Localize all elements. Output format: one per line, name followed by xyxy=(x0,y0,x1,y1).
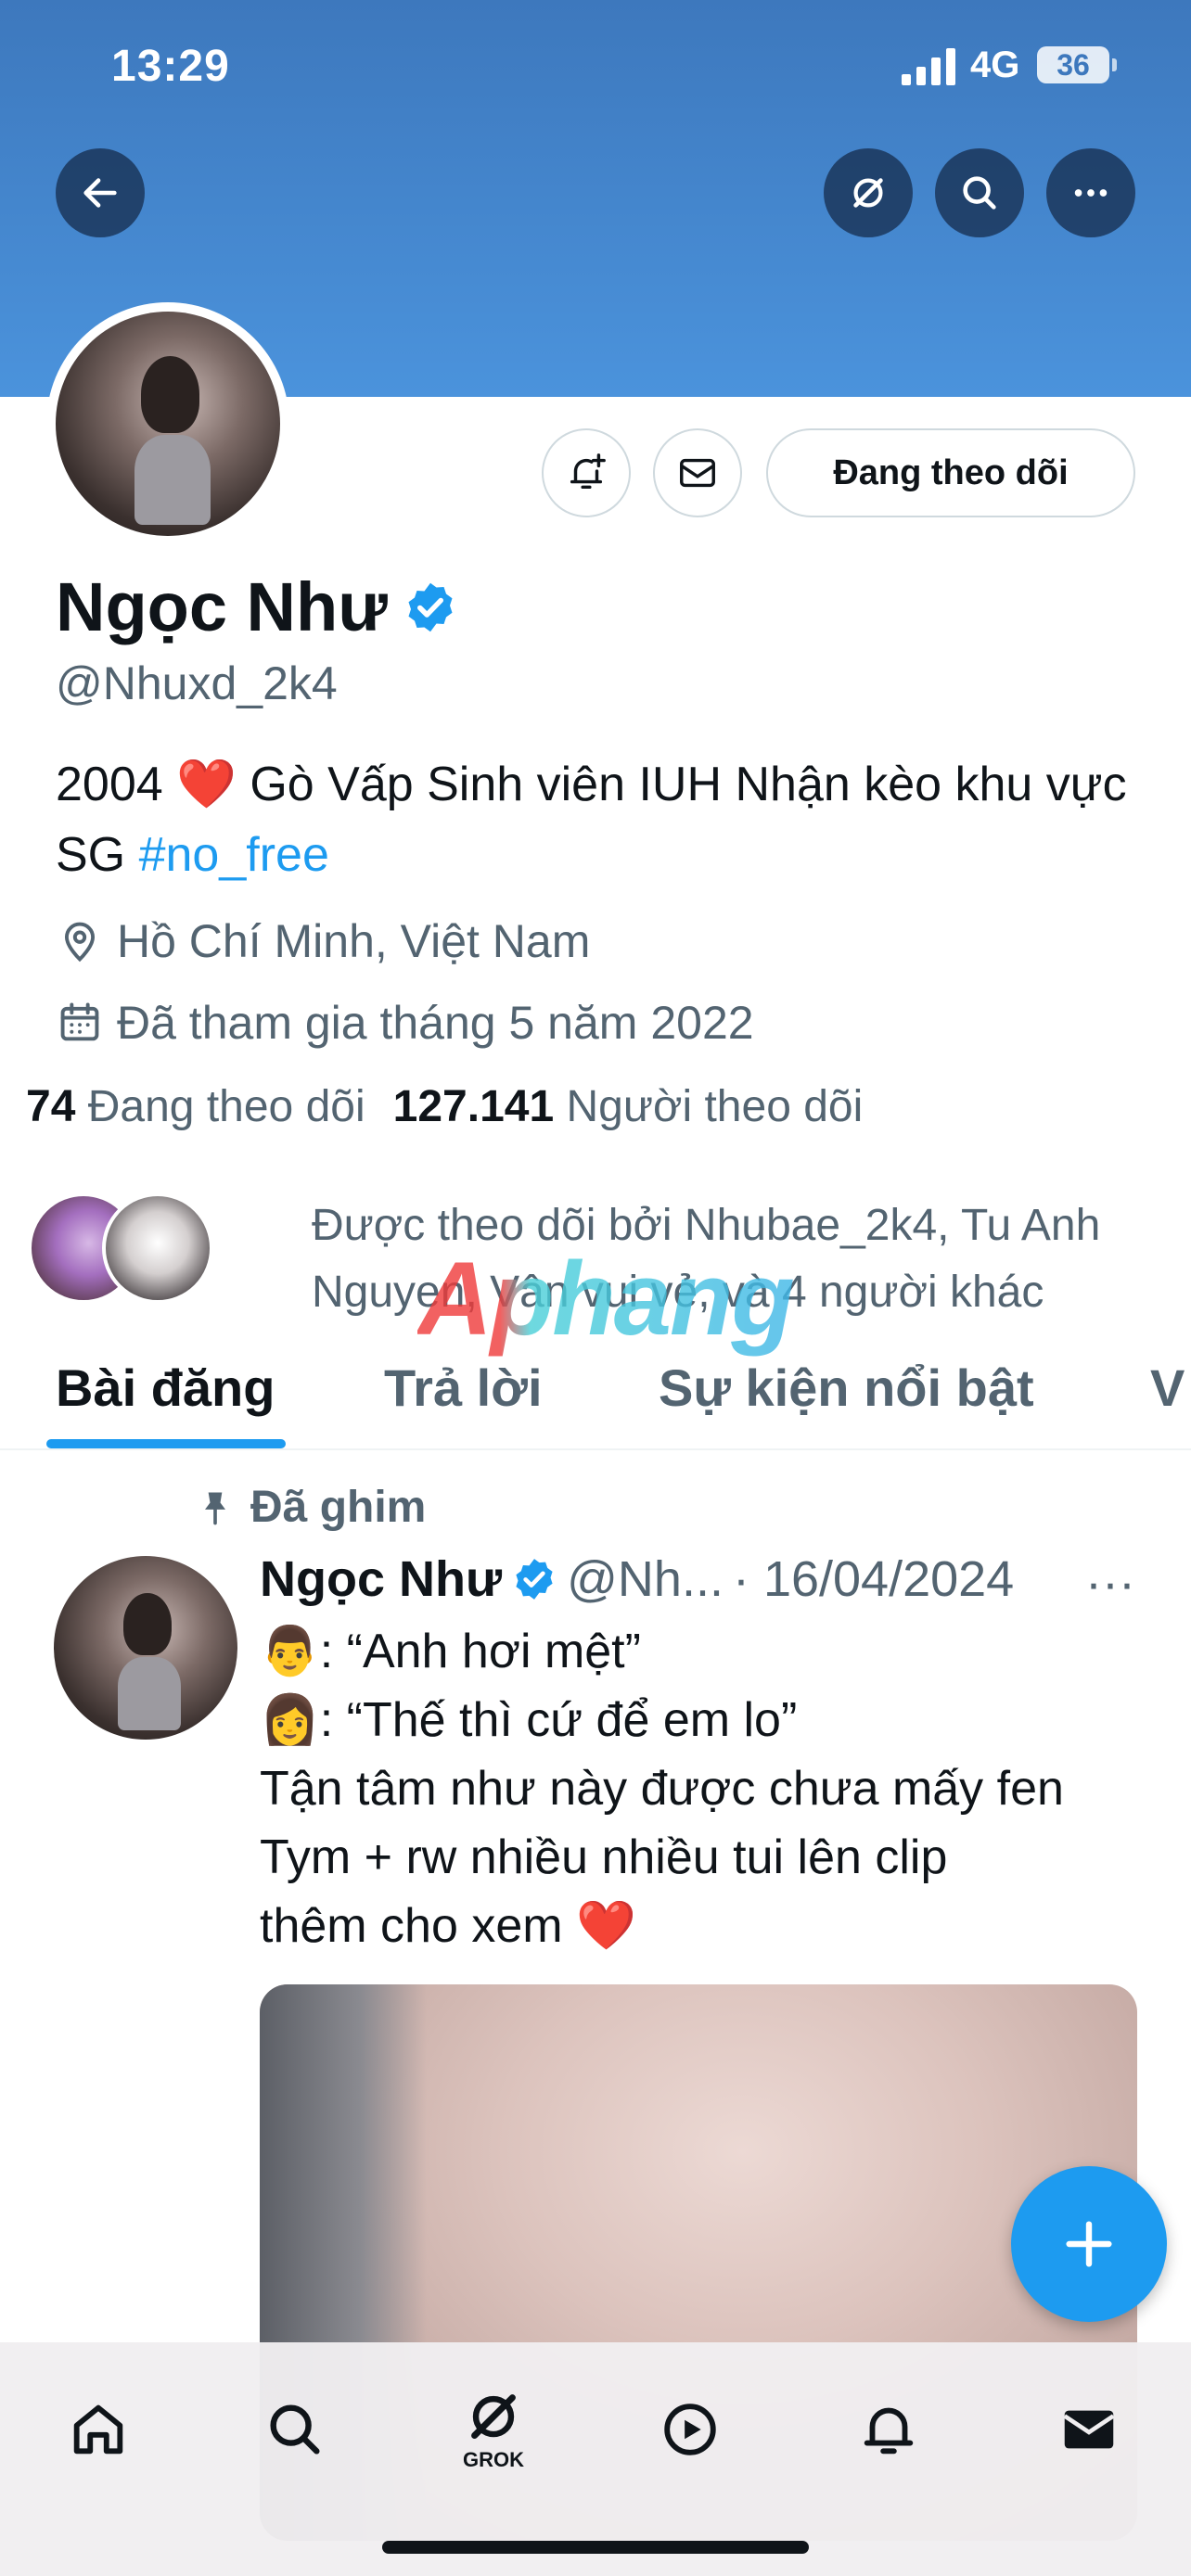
notify-button[interactable] xyxy=(542,428,631,517)
tab-more[interactable]: V xyxy=(1150,1358,1185,1418)
pinned-text: Đã ghim xyxy=(250,1483,427,1532)
followers-label: Người theo dõi xyxy=(566,1082,864,1131)
pin-icon xyxy=(205,1492,225,1524)
notifications-icon xyxy=(864,2407,914,2455)
profile-handle: @Nhuxd_2k4 xyxy=(56,657,338,709)
home-indicator xyxy=(382,2541,809,2554)
verified-badge-icon xyxy=(516,1559,553,1600)
more-button[interactable] xyxy=(1046,148,1135,237)
tab-indicator xyxy=(46,1439,286,1448)
nav-grok[interactable]: GROK xyxy=(447,2383,540,2476)
profile-bio: 2004 ❤️ Gò Vấp Sinh viên IUH Nhận kèo kh… xyxy=(56,749,1150,890)
profile-name: Ngọc Như xyxy=(56,568,388,645)
grok-button[interactable] xyxy=(824,148,913,237)
follow-counts: 74 Đang theo dõi 127.141 Người theo dõi xyxy=(26,1081,863,1132)
network-type: 4G xyxy=(970,45,1020,85)
signal-icon xyxy=(902,48,955,85)
grok-icon xyxy=(471,2394,516,2439)
post-author-avatar[interactable] xyxy=(54,1556,237,1740)
more-horizontal-icon xyxy=(1074,189,1108,197)
calendar-icon xyxy=(60,1002,99,1041)
profile-tabs: Bài đăng Trả lời Sự kiện nổi bật V xyxy=(0,1335,1191,1450)
battery-icon: 36 xyxy=(1037,46,1117,83)
post-date[interactable]: · 16/04/2024 xyxy=(733,1550,1014,1608)
nav-messages[interactable] xyxy=(1043,2383,1135,2476)
tab-highlights[interactable]: Sự kiện nổi bật xyxy=(659,1358,1034,1418)
message-button[interactable] xyxy=(653,428,742,517)
post-author-handle: @Nh... xyxy=(567,1551,724,1607)
mail-icon xyxy=(680,458,715,488)
tab-replies[interactable]: Trả lời xyxy=(384,1358,543,1418)
nav-video[interactable] xyxy=(644,2383,736,2476)
location-pin-icon xyxy=(64,922,96,963)
status-bar: 13:29 4G 36 xyxy=(0,0,1191,130)
following-label: Đang theo dõi xyxy=(87,1082,365,1131)
back-button[interactable] xyxy=(56,148,145,237)
location-row: Hồ Chí Minh, Việt Nam xyxy=(56,914,590,968)
post-author-name[interactable]: Ngọc Như xyxy=(260,1550,502,1608)
post-more-button[interactable]: ··· xyxy=(1085,1554,1135,1612)
following-count-link[interactable]: 74 Đang theo dõi xyxy=(26,1081,365,1132)
profile-name-row: Ngọc Như xyxy=(56,567,458,646)
messages-icon xyxy=(1063,2410,1115,2449)
followers-count-link[interactable]: 127.141 Người theo dõi xyxy=(393,1081,864,1132)
nav-notifications[interactable] xyxy=(842,2383,935,2476)
follower-avatar xyxy=(102,1192,213,1304)
compose-button[interactable] xyxy=(1011,2166,1167,2322)
search-button[interactable] xyxy=(935,148,1024,237)
following-button[interactable]: Đang theo dõi xyxy=(766,428,1135,517)
tab-posts[interactable]: Bài đăng xyxy=(56,1358,275,1418)
nav-home[interactable] xyxy=(52,2383,145,2476)
post-header: Ngọc Như @Nh... · 16/04/2024 xyxy=(260,1550,1150,1608)
profile-avatar[interactable] xyxy=(46,302,289,545)
verified-badge-icon[interactable] xyxy=(403,580,458,635)
bell-plus-icon xyxy=(570,453,606,490)
video-icon xyxy=(664,2404,716,2455)
joined-text: Đã tham gia tháng 5 năm 2022 xyxy=(117,997,754,1049)
arrow-left-icon xyxy=(83,178,117,208)
grok-icon xyxy=(853,178,883,208)
status-time: 13:29 xyxy=(111,42,230,91)
bio-hashtag[interactable]: #no_free xyxy=(139,828,329,882)
followers-count: 127.141 xyxy=(392,1082,555,1131)
post-text: 👨: “Anh hơi mệt” 👩: “Thế thì cứ để em lo… xyxy=(260,1625,1064,1953)
nav-search[interactable] xyxy=(249,2383,341,2476)
plus-icon xyxy=(1066,2221,1112,2267)
following-count: 74 xyxy=(26,1082,76,1131)
location-text: Hồ Chí Minh, Việt Nam xyxy=(117,915,591,967)
search-icon xyxy=(270,2404,320,2455)
search-icon xyxy=(963,176,996,210)
pinned-label: Đã ghim xyxy=(195,1482,426,1533)
avatar-photo xyxy=(56,312,280,536)
joined-row: Đã tham gia tháng 5 năm 2022 xyxy=(56,996,754,1050)
home-icon xyxy=(73,2404,123,2455)
grok-label: GROK xyxy=(463,2448,524,2471)
